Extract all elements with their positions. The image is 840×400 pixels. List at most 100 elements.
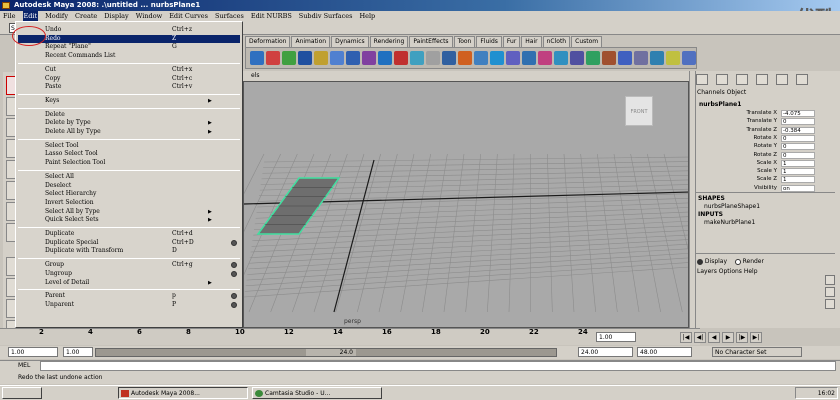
time-slider[interactable]: [0, 328, 700, 345]
shelf-tool-icon[interactable]: [298, 51, 312, 65]
attribute-row[interactable]: Rotate Y 0: [697, 143, 815, 151]
shelf-tool-icon[interactable]: [282, 51, 296, 65]
view-cube[interactable]: FRONT: [625, 96, 653, 126]
shape-name[interactable]: nurbsPlaneShape1: [704, 203, 760, 210]
channel-box-option-icon[interactable]: [716, 74, 728, 85]
attribute-value[interactable]: 0: [781, 118, 815, 126]
layer-option-icon[interactable]: [825, 299, 835, 309]
attribute-value[interactable]: 1: [781, 168, 815, 176]
end-time-field[interactable]: 48.00: [637, 347, 692, 357]
menu-edit-nurbs[interactable]: Edit NURBS: [251, 11, 292, 21]
shelf-tab-painteffects[interactable]: PaintEffects: [409, 36, 453, 47]
shelf-tool-icon[interactable]: [410, 51, 424, 65]
attribute-row[interactable]: Scale X 1: [697, 159, 815, 168]
range-slider[interactable]: 24.0: [95, 348, 557, 357]
attribute-value[interactable]: 0: [781, 151, 815, 159]
go-to-end-icon[interactable]: ▶|: [750, 332, 762, 343]
playback-start-field[interactable]: 1.00: [63, 347, 93, 357]
attribute-row[interactable]: Scale Y 1: [697, 168, 815, 176]
shelf-tool-icon[interactable]: [538, 51, 552, 65]
menu-edit[interactable]: Edit: [22, 11, 39, 21]
shelf-tab-ncloth[interactable]: nCloth: [542, 36, 571, 47]
option-box-icon[interactable]: [231, 293, 237, 300]
shelf-tool-icon[interactable]: [346, 51, 360, 65]
shelf-tool-icon[interactable]: [266, 51, 280, 65]
input-name[interactable]: makeNurbPlane1: [704, 219, 755, 226]
menu-item-select-all[interactable]: Select All: [18, 173, 240, 181]
menu-item-paint-selection-tool[interactable]: Paint Selection Tool: [18, 159, 240, 167]
channel-box-option-icon[interactable]: [756, 74, 768, 85]
new-layer-icon[interactable]: [825, 275, 835, 285]
playback-end-field[interactable]: 24.00: [578, 347, 633, 357]
menu-item-delete-by-type[interactable]: Delete by Type ▶: [18, 119, 240, 127]
attribute-row[interactable]: Scale Z 1: [697, 176, 815, 184]
panel-menu-text[interactable]: els: [251, 71, 259, 81]
menu-item-select-hierarchy[interactable]: Select Hierarchy: [18, 190, 240, 198]
start-button[interactable]: [2, 387, 42, 399]
layer-option-icon[interactable]: [825, 287, 835, 297]
shelf-tab-deformation[interactable]: Deformation: [245, 36, 291, 47]
option-box-icon[interactable]: [231, 301, 237, 308]
menu-surfaces[interactable]: Surfaces: [215, 11, 244, 21]
shelf-tool-icon[interactable]: [506, 51, 520, 65]
channel-box-option-icon[interactable]: [796, 74, 808, 85]
shelf-tool-icon[interactable]: [474, 51, 488, 65]
shelf-tool-icon[interactable]: [394, 51, 408, 65]
shelf-tab-toon[interactable]: Toon: [453, 36, 476, 47]
attribute-value[interactable]: on: [781, 184, 815, 192]
menu-item-select-all-by-type[interactable]: Select All by Type ▶: [18, 208, 240, 216]
menu-item-redo[interactable]: Redo Z: [18, 34, 240, 43]
attribute-row[interactable]: Translate Y 0: [697, 118, 815, 126]
menu-item-paste[interactable]: Paste Ctrl+v: [18, 83, 240, 91]
shelf-tab-dynamics[interactable]: Dynamics: [331, 36, 369, 47]
play-back-icon[interactable]: ◀: [708, 332, 720, 343]
menu-item-delete-all-by-type[interactable]: Delete All by Type ▶: [18, 128, 240, 136]
menu-item-keys[interactable]: Keys ▶: [18, 97, 240, 105]
shelf-tool-icon[interactable]: [586, 51, 600, 65]
option-box-icon[interactable]: [231, 270, 237, 277]
option-box-icon[interactable]: [231, 262, 237, 269]
attribute-value[interactable]: 0: [781, 134, 815, 142]
channel-box-option-icon[interactable]: [696, 74, 708, 85]
menu-item-delete[interactable]: Delete: [18, 111, 240, 119]
channel-box-option-icon[interactable]: [776, 74, 788, 85]
perspective-viewport[interactable]: FRONT persp: [243, 81, 689, 328]
shelf-tool-icon[interactable]: [682, 51, 696, 65]
menu-display[interactable]: Display: [104, 11, 128, 21]
shelf-tool-icon[interactable]: [330, 51, 344, 65]
step-forward-icon[interactable]: |▶: [736, 332, 748, 343]
shelf-tool-icon[interactable]: [634, 51, 648, 65]
play-forward-icon[interactable]: ▶: [722, 332, 734, 343]
menu-item-select-tool[interactable]: Select Tool: [18, 142, 240, 150]
menu-item-level-of-detail[interactable]: Level of Detail ▶: [18, 279, 240, 287]
menu-item-group[interactable]: Group Ctrl+g: [18, 261, 240, 269]
shelf-tool-icon[interactable]: [426, 51, 440, 65]
character-set-dropdown[interactable]: No Character Set: [712, 347, 802, 357]
menu-item-invert-selection[interactable]: Invert Selection: [18, 199, 240, 207]
attribute-row[interactable]: Rotate Z 0: [697, 151, 815, 160]
go-to-start-icon[interactable]: |◀: [680, 332, 692, 343]
shelf-tool-icon[interactable]: [570, 51, 584, 65]
layer-menu[interactable]: Layers Options Help: [697, 268, 758, 275]
shelf-tab-rendering[interactable]: Rendering: [369, 36, 409, 47]
shelf-tab-custom[interactable]: Custom: [571, 36, 603, 47]
option-box-icon[interactable]: [231, 239, 237, 246]
shelf-tool-icon[interactable]: [314, 51, 328, 65]
start-time-field[interactable]: 1.00: [8, 347, 58, 357]
shelf-tool-icon[interactable]: [250, 51, 264, 65]
attribute-row[interactable]: Translate Z -0.384: [697, 126, 815, 135]
object-name[interactable]: nurbsPlane1: [699, 101, 741, 108]
menu-item-duplicate[interactable]: Duplicate Ctrl+d: [18, 230, 240, 238]
channel-box-option-icon[interactable]: [736, 74, 748, 85]
shelf-tool-icon[interactable]: [378, 51, 392, 65]
attribute-value[interactable]: -0.384: [781, 126, 815, 134]
menu-item-cut[interactable]: Cut Ctrl+x: [18, 66, 240, 74]
shelf-tab-fur[interactable]: Fur: [502, 36, 521, 47]
current-frame-field[interactable]: 1.00: [596, 332, 636, 342]
mel-input[interactable]: [40, 361, 836, 371]
display-radio[interactable]: [697, 258, 703, 265]
taskbar-item-maya[interactable]: Autodesk Maya 2008...: [118, 387, 248, 399]
shelf-tool-icon[interactable]: [458, 51, 472, 65]
menu-item-deselect[interactable]: Deselect: [18, 182, 240, 190]
shelf-tab-hair[interactable]: Hair: [521, 36, 542, 47]
